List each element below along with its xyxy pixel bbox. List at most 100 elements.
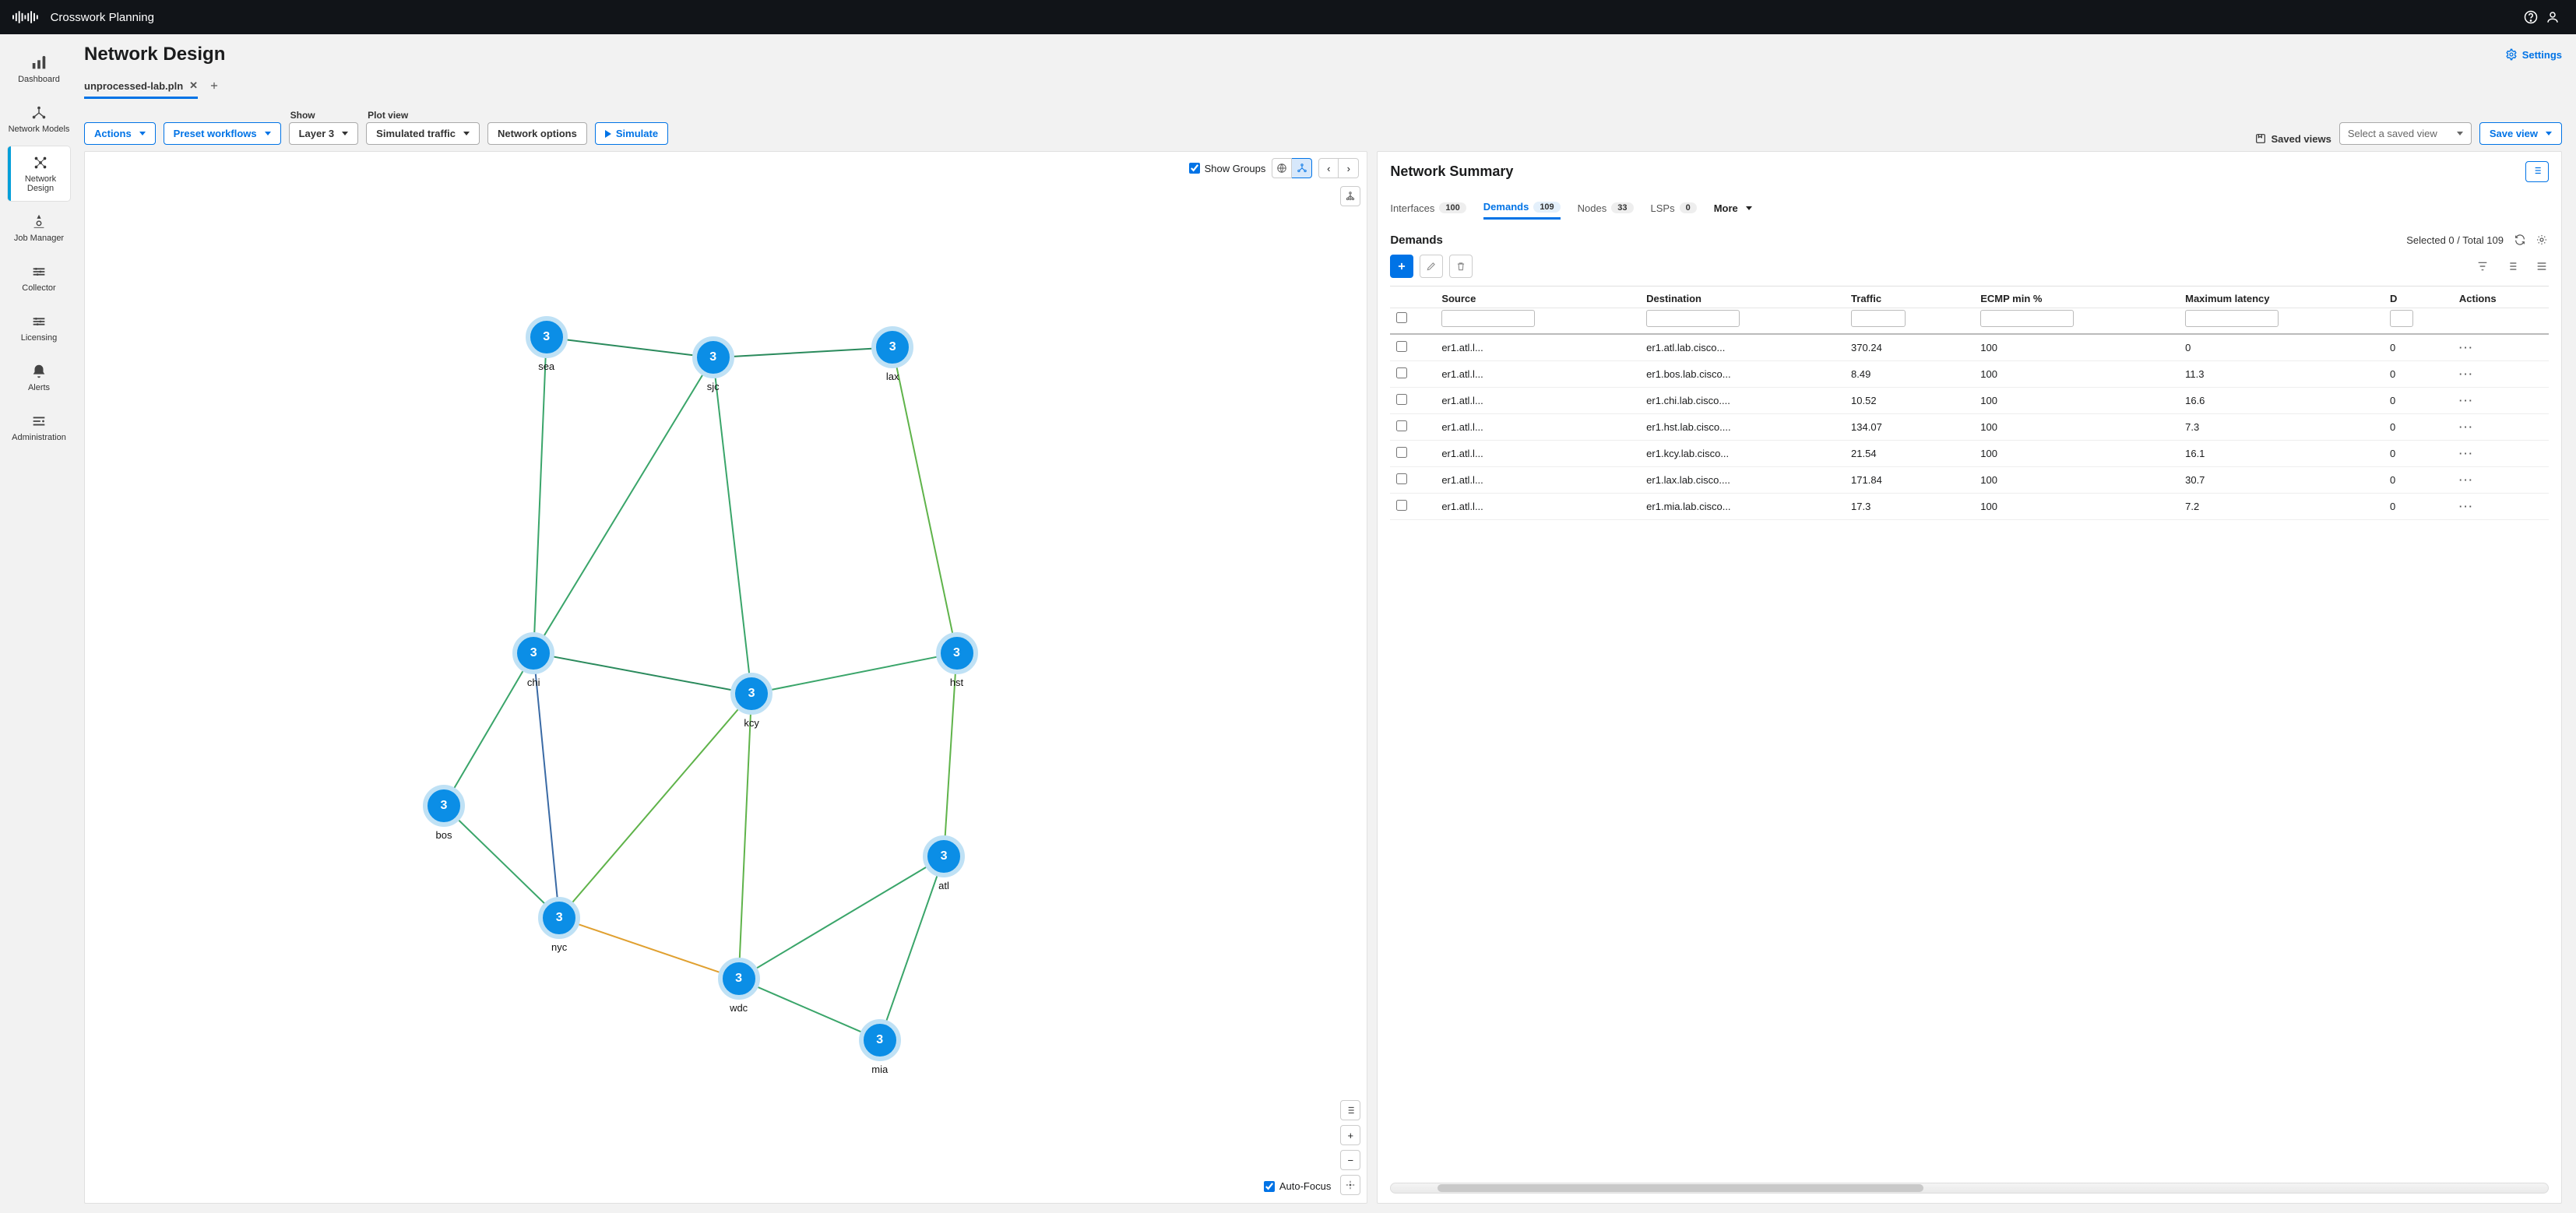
row-checkbox[interactable] [1396, 473, 1407, 484]
add-demand-button[interactable] [1390, 255, 1413, 278]
sidebar-item-network-models[interactable]: Network Models [0, 97, 75, 142]
zoom-out-button[interactable]: − [1340, 1150, 1360, 1170]
sidebar-item-network-design[interactable]: Network Design [8, 146, 70, 201]
user-icon[interactable] [2542, 6, 2564, 28]
filter-latency[interactable] [2185, 310, 2279, 327]
table-row[interactable]: er1.atl.l...er1.hst.lab.cisco....134.071… [1390, 414, 2549, 441]
table-row[interactable]: er1.atl.l...er1.lax.lab.cisco....171.841… [1390, 467, 2549, 494]
auto-focus-checkbox[interactable]: Auto-Focus [1264, 1180, 1331, 1192]
filter-d[interactable] [2390, 310, 2413, 327]
col-destination[interactable]: Destination [1640, 287, 1845, 308]
row-checkbox[interactable] [1396, 420, 1407, 431]
node-nyc[interactable]: 3 [538, 897, 580, 939]
table-row[interactable]: er1.atl.l...er1.kcy.lab.cisco...21.54100… [1390, 441, 2549, 467]
row-checkbox[interactable] [1396, 367, 1407, 378]
tab-nodes[interactable]: Nodes33 [1578, 198, 1634, 219]
tab-interfaces[interactable]: Interfaces100 [1390, 198, 1466, 219]
sidebar-item-alerts[interactable]: Alerts [0, 355, 75, 400]
zoom-in-button[interactable]: + [1340, 1125, 1360, 1145]
sidebar-item-collector[interactable]: Collector [0, 255, 75, 301]
legend-button[interactable] [1340, 1100, 1360, 1120]
row-actions-icon[interactable]: ··· [2459, 395, 2474, 406]
col-source[interactable]: Source [1435, 287, 1640, 308]
tab-lsps[interactable]: LSPs0 [1651, 198, 1697, 219]
recenter-button[interactable] [1340, 1175, 1360, 1195]
table-settings-icon[interactable] [2535, 233, 2549, 247]
table-row[interactable]: er1.atl.l...er1.chi.lab.cisco....10.5210… [1390, 388, 2549, 414]
filter-source[interactable] [1441, 310, 1535, 327]
help-icon[interactable] [2520, 6, 2542, 28]
row-actions-icon[interactable]: ··· [2459, 474, 2474, 486]
row-actions-icon[interactable]: ··· [2459, 501, 2474, 512]
table-row[interactable]: er1.atl.l...er1.atl.lab.cisco...370.2410… [1390, 334, 2549, 361]
select-all-checkbox[interactable] [1396, 312, 1407, 323]
table-row[interactable]: er1.atl.l...er1.bos.lab.cisco...8.491001… [1390, 361, 2549, 388]
nav-next-button[interactable]: › [1339, 158, 1359, 178]
filter-destination[interactable] [1646, 310, 1740, 327]
plot-view-dropdown[interactable]: Simulated traffic [366, 122, 480, 145]
add-tab-button[interactable] [206, 77, 223, 97]
sidebar-item-licensing[interactable]: Licensing [0, 305, 75, 350]
table-row[interactable]: er1.atl.l...er1.mia.lab.cisco...17.31007… [1390, 494, 2549, 520]
filter-icon[interactable] [2476, 259, 2490, 273]
menu-icon[interactable] [2535, 259, 2549, 273]
row-actions-icon[interactable]: ··· [2459, 368, 2474, 380]
saved-view-select[interactable]: Select a saved view [2339, 122, 2472, 145]
delete-demand-button[interactable] [1449, 255, 1473, 278]
node-atl[interactable]: 3 [923, 835, 965, 877]
network-summary-panel: Network Summary Interfaces100 Demands109… [1377, 151, 2562, 1204]
row-checkbox[interactable] [1396, 447, 1407, 458]
sidebar-item-administration[interactable]: Administration [0, 405, 75, 450]
node-bos[interactable]: 3 [423, 785, 465, 827]
filter-traffic[interactable] [1851, 310, 1906, 327]
node-mia[interactable]: 3 [859, 1019, 901, 1061]
col-ecmp[interactable]: ECMP min % [1974, 287, 2179, 308]
row-actions-icon[interactable]: ··· [2459, 342, 2474, 353]
preset-workflows-dropdown[interactable]: Preset workflows [164, 122, 281, 145]
show-groups-checkbox[interactable]: Show Groups [1189, 163, 1266, 174]
summary-list-toggle[interactable] [2525, 161, 2549, 182]
col-latency[interactable]: Maximum latency [2179, 287, 2384, 308]
chevron-right-icon: › [1347, 163, 1350, 174]
node-wdc[interactable]: 3 [718, 958, 760, 1000]
cell-ecmp: 100 [1974, 494, 2179, 520]
sidebar-item-job-manager[interactable]: Job Manager [0, 206, 75, 251]
row-actions-icon[interactable]: ··· [2459, 421, 2474, 433]
row-checkbox[interactable] [1396, 394, 1407, 405]
save-view-button[interactable]: Save view [2479, 122, 2562, 145]
node-chi[interactable]: 3 [512, 632, 554, 674]
node-hst[interactable]: 3 [936, 632, 978, 674]
cell-destination: er1.lax.lab.cisco.... [1640, 467, 1845, 494]
col-d[interactable]: D [2384, 287, 2453, 308]
plot-view-label: Plot view [366, 110, 480, 121]
node-sjc[interactable]: 3 [692, 336, 734, 378]
row-checkbox[interactable] [1396, 500, 1407, 511]
tab-more[interactable]: More [1714, 198, 1752, 219]
row-actions-icon[interactable]: ··· [2459, 448, 2474, 459]
node-kcy[interactable]: 3 [730, 673, 772, 715]
actions-dropdown[interactable]: Actions [84, 122, 156, 145]
row-checkbox[interactable] [1396, 341, 1407, 352]
simulate-button[interactable]: Simulate [595, 122, 668, 145]
network-options-button[interactable]: Network options [487, 122, 587, 145]
cell-ecmp: 100 [1974, 388, 2179, 414]
view-topology-button[interactable] [1292, 158, 1312, 178]
close-tab-icon[interactable]: ✕ [189, 79, 198, 92]
nav-prev-button[interactable]: ‹ [1318, 158, 1339, 178]
node-label-bos: bos [435, 829, 452, 841]
node-sea[interactable]: 3 [526, 316, 568, 358]
filter-ecmp[interactable] [1980, 310, 2074, 327]
settings-link[interactable]: Settings [2505, 48, 2562, 61]
tab-demands[interactable]: Demands109 [1483, 196, 1561, 220]
horizontal-scrollbar[interactable] [1390, 1183, 2549, 1194]
edit-demand-button[interactable] [1420, 255, 1443, 278]
col-traffic[interactable]: Traffic [1845, 287, 1974, 308]
node-lax[interactable]: 3 [871, 326, 913, 368]
view-globe-button[interactable] [1272, 158, 1292, 178]
show-dropdown[interactable]: Layer 3 [289, 122, 359, 145]
topology-canvas[interactable]: 3sea3sjc3lax3chi3kcy3hst3bos3nyc3wdc3atl… [85, 185, 1367, 1203]
sidebar-item-dashboard[interactable]: Dashboard [0, 47, 75, 92]
file-tab[interactable]: unprocessed-lab.pln ✕ [84, 75, 198, 99]
refresh-icon[interactable] [2513, 233, 2527, 247]
list-view-icon[interactable] [2505, 259, 2519, 273]
